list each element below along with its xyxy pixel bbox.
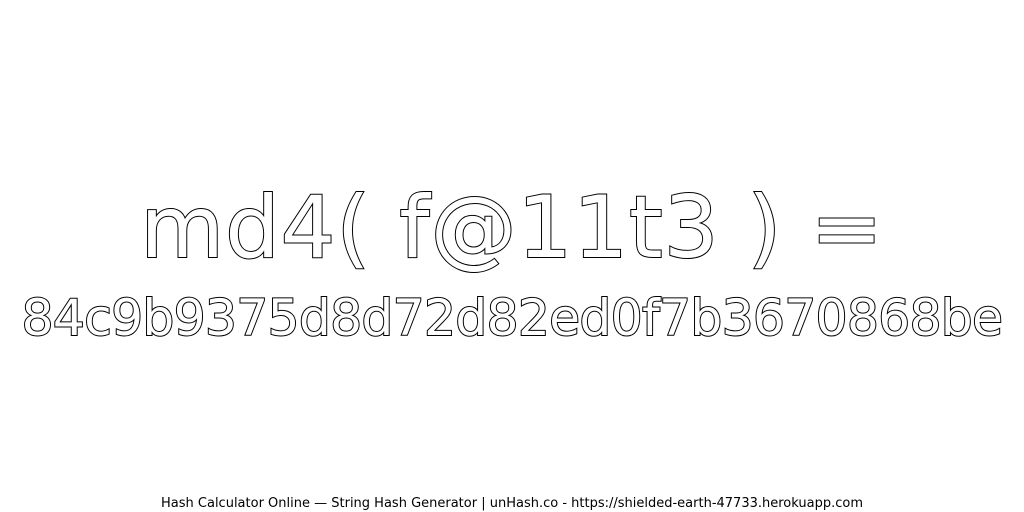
hash-expression-heading: md4( f@11t3 ) = bbox=[139, 177, 884, 279]
hash-image-canvas: md4( f@11t3 ) = 84c9b9375d8d72d82ed0f7b3… bbox=[0, 0, 1024, 512]
hash-result-value: 84c9b9375d8d72d82ed0f7b3670868be bbox=[21, 288, 1004, 348]
footer-credit-text: Hash Calculator Online — String Hash Gen… bbox=[160, 495, 865, 512]
